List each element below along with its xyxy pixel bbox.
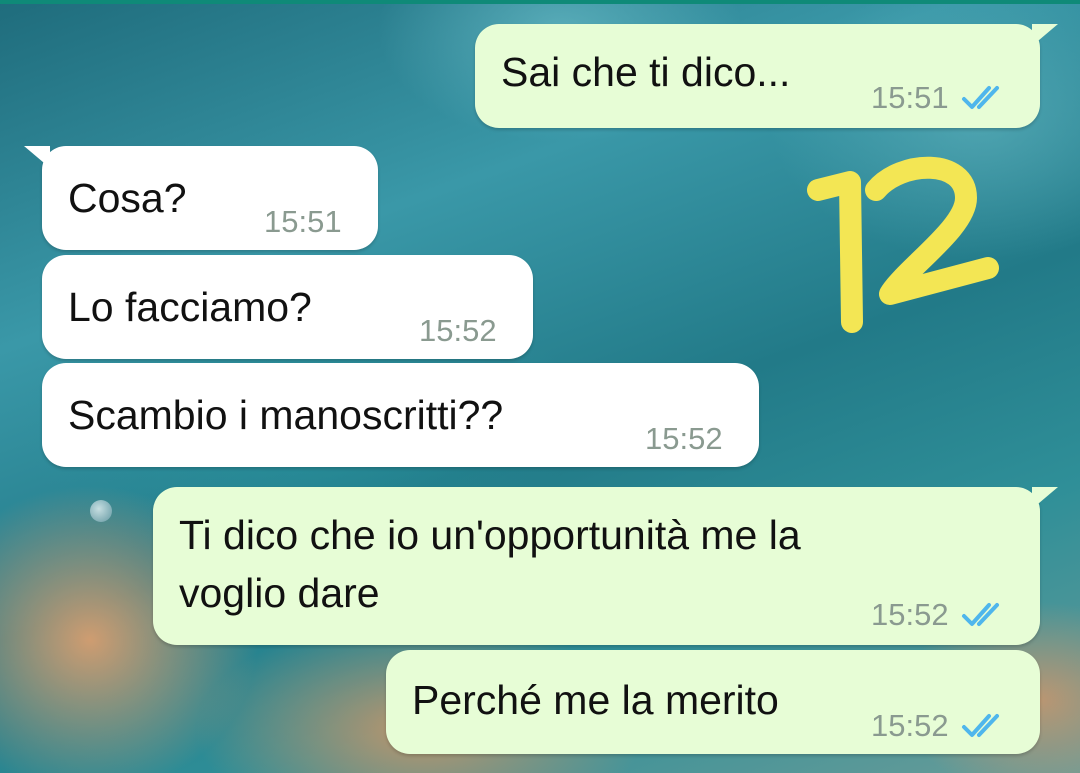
double-check-icon	[961, 714, 999, 737]
message-time: 15:52	[871, 597, 949, 632]
double-check-icon	[961, 86, 999, 109]
message-text: Scambio i manoscritti??	[68, 392, 504, 438]
double-check-icon	[961, 603, 999, 626]
message-time: 15:52	[871, 708, 949, 743]
message-time: 15:52	[645, 421, 723, 456]
message-meta: 15:52	[419, 305, 497, 357]
background-bubble	[90, 500, 112, 522]
message-bubble-incoming[interactable]: Cosa? 15:51	[24, 146, 378, 250]
message-bubble-outgoing[interactable]: Sai che ti dico... 15:51	[475, 24, 1058, 128]
message-text-line-1: Ti dico che io un'opportunità me la	[179, 512, 801, 558]
message-meta: 15:52	[871, 700, 1005, 752]
message-text: Perché me la merito	[412, 677, 779, 723]
message-time: 15:51	[871, 80, 949, 115]
message-text: Sai che ti dico...	[501, 49, 791, 95]
message-bubble-outgoing[interactable]: Ti dico che io un'opportunità me la vogl…	[153, 487, 1058, 645]
message-text: Cosa?	[68, 175, 187, 221]
message-bubble-outgoing[interactable]: Perché me la merito 15:52	[386, 650, 1040, 754]
top-strip	[0, 0, 1080, 4]
message-meta: 15:51	[264, 196, 342, 248]
handwritten-number-12	[807, 156, 999, 333]
message-bubble-incoming[interactable]: Lo facciamo? 15:52	[42, 255, 533, 359]
message-time: 15:51	[264, 204, 342, 239]
message-meta: 15:51	[871, 72, 1005, 124]
message-time: 15:52	[419, 313, 497, 348]
message-meta: 15:52	[871, 589, 1005, 641]
message-meta: 15:52	[645, 413, 723, 465]
message-bubble-incoming[interactable]: Scambio i manoscritti?? 15:52	[42, 363, 759, 467]
message-text-line-2: voglio dare	[179, 570, 380, 616]
message-text: Lo facciamo?	[68, 284, 312, 330]
